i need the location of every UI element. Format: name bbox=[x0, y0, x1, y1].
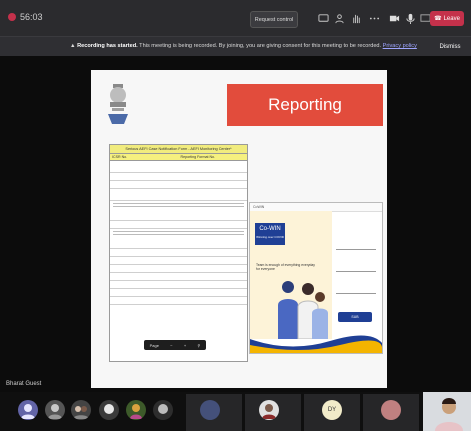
zoom-in-icon[interactable]: + bbox=[184, 343, 186, 348]
meeting-control-bar: 56:03 Request control ☎ Leave bbox=[0, 0, 471, 36]
participant-avatar[interactable] bbox=[71, 400, 91, 420]
zoom-out-icon[interactable]: − bbox=[170, 343, 172, 348]
participant-avatar[interactable] bbox=[45, 400, 65, 420]
request-control-button[interactable]: Request control bbox=[250, 11, 298, 28]
participant-avatar[interactable] bbox=[153, 400, 173, 420]
form-line bbox=[113, 203, 244, 204]
phone-hangup-icon: ☎ bbox=[434, 16, 442, 22]
self-video-person bbox=[435, 398, 463, 431]
cowin-login-panel: SUB bbox=[334, 211, 380, 351]
meeting-timer: 56:03 bbox=[8, 12, 43, 22]
search-icon[interactable]: ⚲ bbox=[197, 343, 200, 348]
form-line bbox=[113, 231, 244, 232]
aefi-form-image: Serious AEFI Case Notification Form - AE… bbox=[109, 144, 248, 362]
raise-hand-icon[interactable] bbox=[350, 12, 362, 24]
cowin-field[interactable] bbox=[336, 241, 376, 250]
form-line bbox=[113, 234, 244, 235]
form-row bbox=[110, 249, 247, 257]
participant-avatar[interactable] bbox=[18, 400, 38, 420]
participant-video-tile[interactable] bbox=[186, 394, 242, 431]
form-subheader: ICSR No. Reporting Format No. bbox=[110, 154, 247, 161]
privacy-policy-link[interactable]: Privacy policy bbox=[383, 43, 417, 49]
cowin-field[interactable] bbox=[336, 285, 376, 294]
cowin-field[interactable] bbox=[336, 263, 376, 272]
more-options-icon[interactable] bbox=[368, 12, 380, 24]
form-line bbox=[113, 206, 244, 207]
form-row bbox=[110, 265, 247, 273]
participant-avatar bbox=[259, 400, 279, 420]
form-row bbox=[110, 189, 247, 201]
participant-video-tile[interactable] bbox=[363, 394, 419, 431]
form-row bbox=[110, 209, 247, 221]
national-emblem-icon bbox=[108, 84, 128, 124]
cowin-footer-wave bbox=[250, 335, 382, 353]
form-heading: Serious AEFI Case Notification Form - AE… bbox=[110, 145, 247, 154]
camera-icon[interactable] bbox=[388, 12, 400, 24]
slide-title: Reporting bbox=[227, 84, 383, 126]
recording-banner: ▲ Recording has started. This meeting is… bbox=[0, 36, 471, 56]
dismiss-button[interactable]: Dismiss bbox=[435, 41, 465, 52]
form-row bbox=[110, 237, 247, 249]
form-row bbox=[110, 297, 247, 305]
banner-bold: Recording has started. bbox=[77, 43, 138, 49]
cowin-hero: Co-WIN Winning over COVID Team is enough… bbox=[250, 211, 332, 339]
form-row bbox=[110, 281, 247, 289]
form-row bbox=[110, 161, 247, 173]
participant-avatar[interactable] bbox=[126, 400, 146, 420]
participant-avatar bbox=[381, 400, 401, 420]
participant-avatar bbox=[200, 400, 220, 420]
healthcare-workers-illustration bbox=[278, 281, 328, 339]
cowin-logo: Co-WIN Winning over COVID bbox=[255, 223, 285, 245]
banner-body: This meeting is being recorded. By joini… bbox=[137, 43, 382, 49]
warning-icon: ▲ bbox=[70, 43, 76, 49]
leave-label: Leave bbox=[443, 15, 460, 22]
cowin-tagline: Team is enough of everything everyday fo… bbox=[256, 263, 315, 271]
microphone-icon[interactable] bbox=[404, 12, 416, 24]
presentation-slide: Reporting Serious AEFI Case Notification… bbox=[91, 70, 387, 388]
form-row bbox=[110, 173, 247, 181]
participant-video-tile[interactable] bbox=[245, 394, 301, 431]
cowin-logo-main: Co-WIN bbox=[259, 226, 281, 232]
pdf-toolbar[interactable]: Page − + ⚲ bbox=[144, 340, 206, 350]
participant-video-tile[interactable]: DY bbox=[304, 394, 360, 431]
form-col-2: Reporting Format No. bbox=[180, 155, 216, 159]
banner-text: ▲ Recording has started. This meeting is… bbox=[70, 43, 417, 49]
self-video-view[interactable] bbox=[423, 392, 471, 431]
form-row bbox=[110, 181, 247, 189]
form-row bbox=[110, 273, 247, 281]
form-row bbox=[110, 221, 247, 229]
cowin-logo-sub: Winning over COVID bbox=[256, 235, 284, 239]
chat-icon[interactable] bbox=[317, 12, 329, 24]
presenter-name-tag: Bharat Guest bbox=[6, 381, 42, 387]
cowin-submit-button[interactable]: SUB bbox=[338, 312, 372, 322]
form-row bbox=[110, 289, 247, 297]
participant-initials: DY bbox=[322, 400, 342, 420]
pdf-page-label: Page bbox=[149, 342, 159, 348]
timer-text: 56:03 bbox=[20, 12, 43, 22]
form-col-1: ICSR No. bbox=[112, 155, 128, 159]
leave-button[interactable]: ☎ Leave bbox=[430, 11, 464, 26]
recording-indicator-icon bbox=[8, 13, 16, 21]
form-row bbox=[110, 257, 247, 265]
cowin-screenshot: CoWIN Co-WIN Winning over COVID Team is … bbox=[249, 202, 383, 354]
participants-icon[interactable] bbox=[333, 12, 345, 24]
participant-avatar[interactable] bbox=[99, 400, 119, 420]
